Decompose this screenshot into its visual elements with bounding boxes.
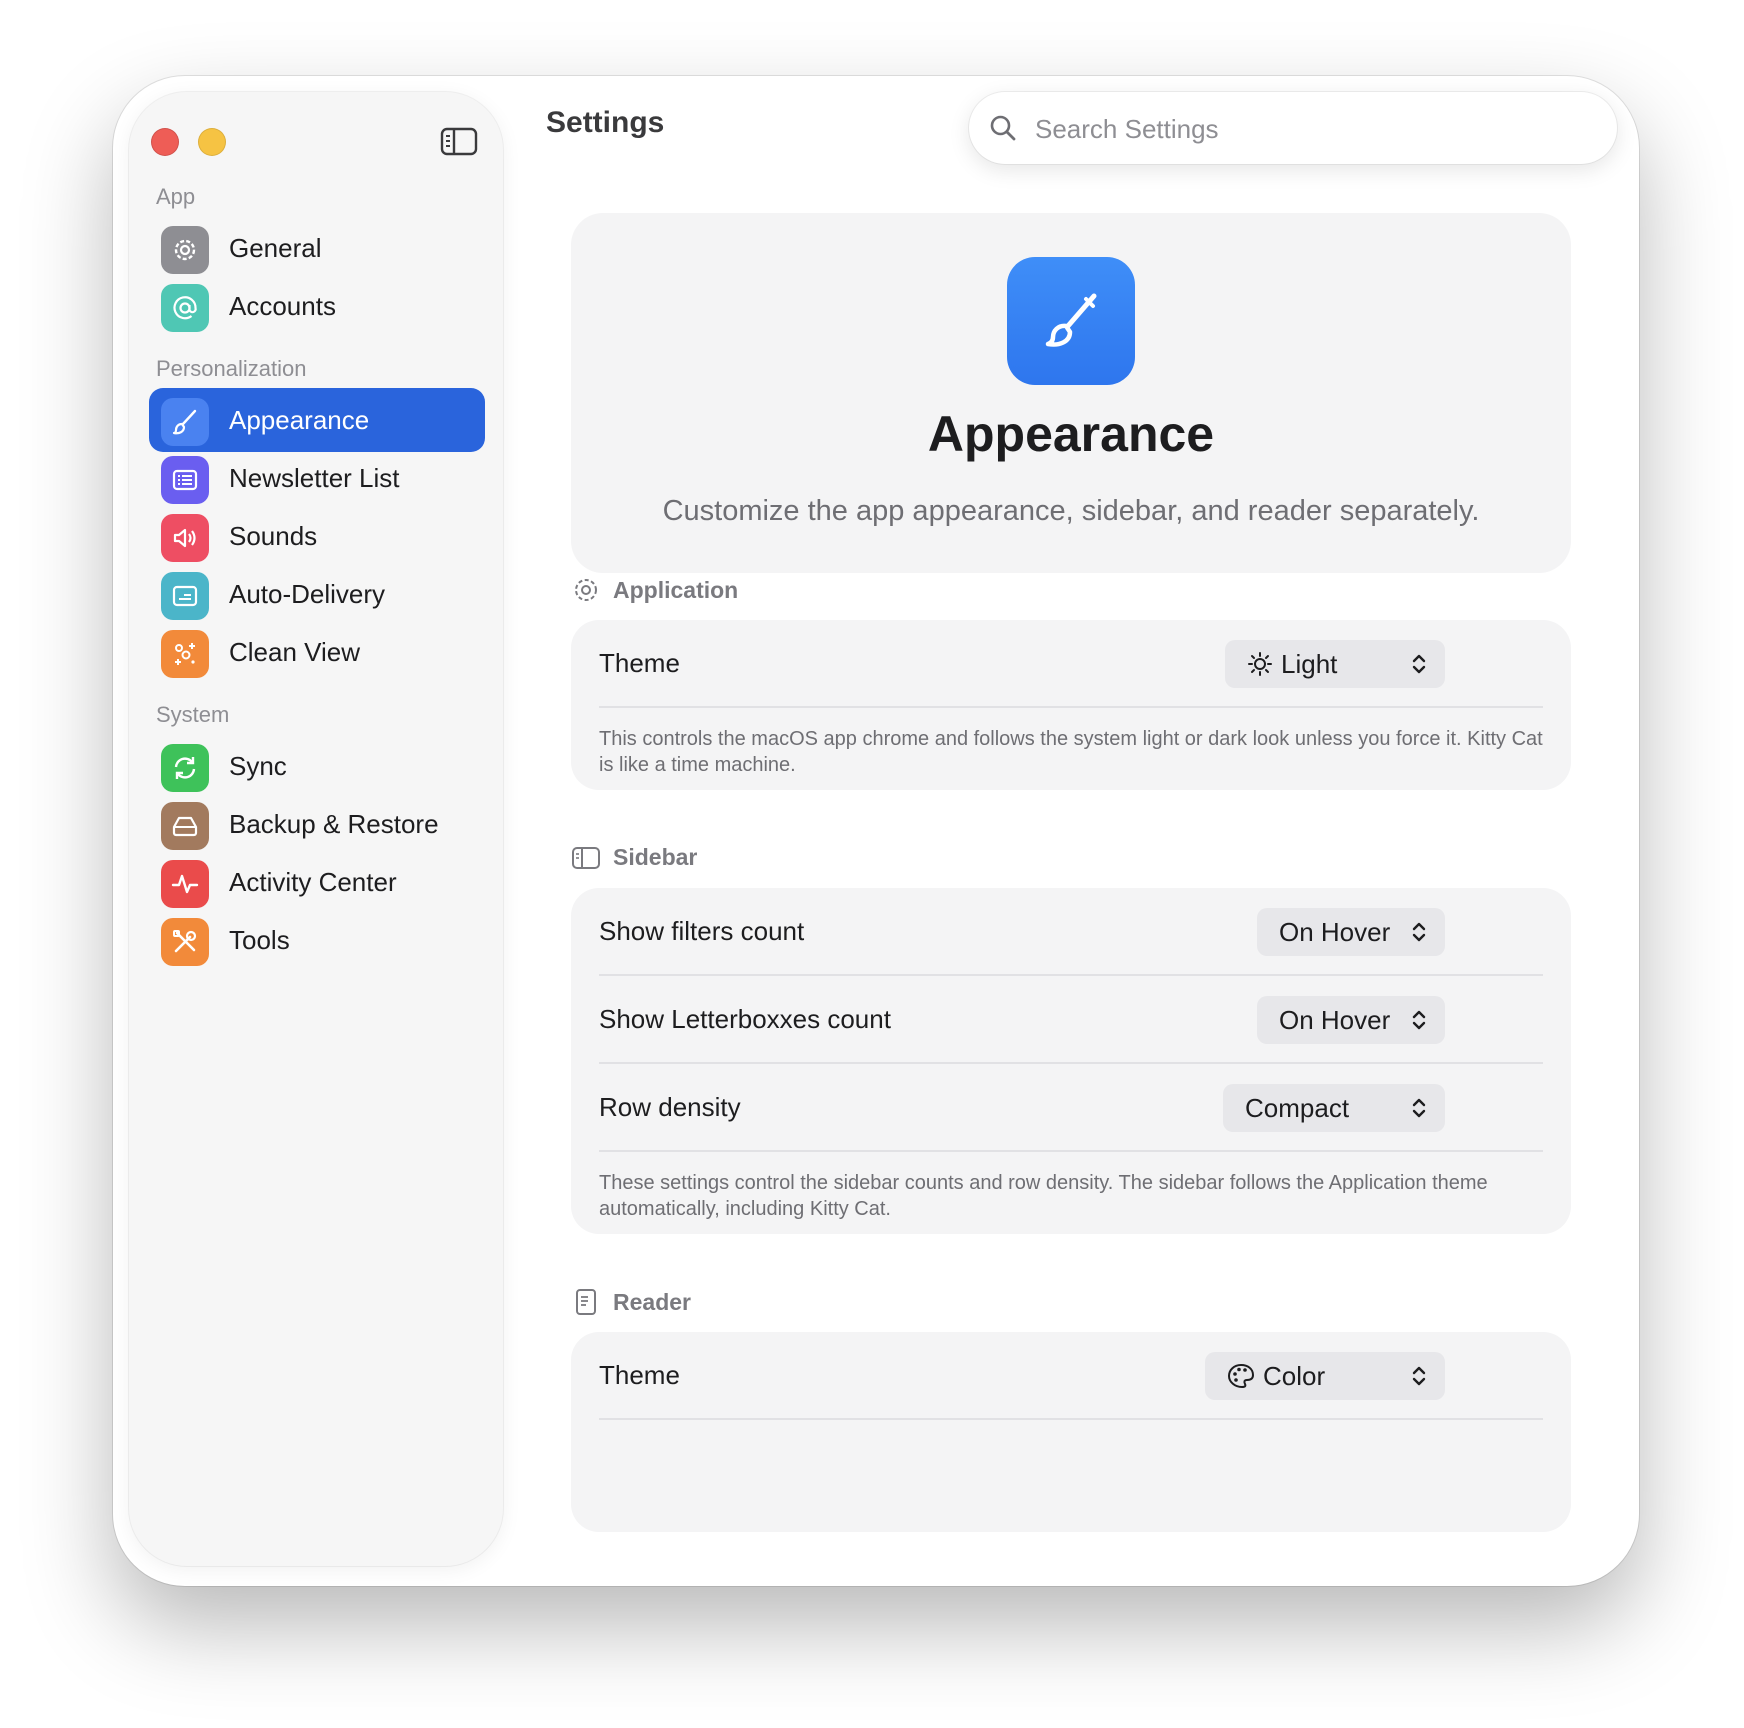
divider	[599, 1418, 1543, 1420]
palette-icon	[1227, 1363, 1255, 1389]
sidebar-item-sync[interactable]: Sync	[149, 734, 485, 798]
divider	[599, 1062, 1543, 1064]
waveform-icon	[161, 860, 209, 908]
sidebar-item-general[interactable]: General	[149, 216, 485, 280]
sidebar-item-label: Sync	[229, 751, 287, 781]
sidebar-item-label: Tools	[229, 925, 290, 955]
section-title: Reader	[613, 1288, 691, 1315]
search-icon	[990, 115, 1016, 141]
section-title: Sidebar	[613, 844, 698, 870]
application-card: Theme Light This controls the macOS app …	[571, 620, 1571, 790]
reader-theme-popup[interactable]: Color	[1205, 1352, 1445, 1400]
popup-value: Color	[1263, 1360, 1326, 1391]
sidebar-item-tools[interactable]: Tools	[149, 908, 485, 972]
reader-theme-label: Theme	[599, 1360, 680, 1390]
sun-icon	[1247, 651, 1273, 677]
sparkles-icon	[161, 630, 209, 678]
application-section-header: Application	[571, 576, 738, 604]
search-bar[interactable]	[969, 92, 1617, 164]
row-density-label: Row density	[599, 1092, 741, 1122]
hero-subtitle: Customize the app appearance, sidebar, a…	[662, 495, 1480, 527]
reader-card: Theme Color	[571, 1332, 1571, 1532]
divider	[599, 974, 1543, 976]
drive-icon	[161, 802, 209, 850]
sidebar-item-label: Backup & Restore	[229, 809, 439, 839]
chevron-updown-icon	[1412, 1010, 1426, 1030]
page-title: Settings	[546, 106, 665, 139]
sidebar-toggle-icon	[440, 127, 478, 156]
popup-value: On Hover	[1279, 1004, 1391, 1035]
chevron-updown-icon	[1412, 654, 1426, 674]
sidebar-item-newsletter-list[interactable]: Newsletter List	[149, 446, 485, 510]
paintbrush-icon	[1007, 257, 1135, 385]
sidebar-item-auto-delivery[interactable]: Auto-Delivery	[149, 562, 485, 626]
app-theme-popup[interactable]: Light	[1225, 640, 1445, 688]
sidebar-item-label: Sounds	[229, 521, 318, 551]
row-density-popup[interactable]: Compact	[1223, 1084, 1445, 1132]
sidebar-item-appearance[interactable]: Appearance	[149, 388, 485, 452]
sidebar-item-activity-center[interactable]: Activity Center	[149, 850, 485, 914]
sidebar-section-app: App	[156, 184, 196, 209]
show-filters-count-popup[interactable]: On Hover	[1257, 908, 1445, 956]
chevron-updown-icon	[1412, 922, 1426, 942]
appearance-hero-card: Appearance Customize the app appearance,…	[571, 213, 1571, 573]
sidebar-item-sounds[interactable]: Sounds	[149, 504, 485, 568]
sidebar-item-label: Clean View	[229, 637, 361, 667]
paintbrush-icon	[161, 398, 209, 446]
settings-window: App General Accounts Personalization App…	[113, 76, 1639, 1586]
sidebar-settings-note: These settings control the sidebar count…	[599, 1172, 1488, 1220]
sidebar-item-label: Newsletter List	[229, 463, 400, 493]
sidebar-item-accounts[interactable]: Accounts	[149, 274, 485, 338]
sidebar-item-label: General	[229, 233, 322, 263]
sidebar-icon	[571, 846, 601, 870]
at-sign-icon	[161, 284, 209, 332]
popup-value: On Hover	[1279, 916, 1391, 947]
popup-value: Compact	[1245, 1092, 1350, 1123]
close-window-button[interactable]	[151, 128, 179, 156]
sidebar-section-system: System	[156, 702, 230, 727]
chevron-updown-icon	[1412, 1098, 1426, 1118]
list-icon	[161, 456, 209, 504]
sidebar-settings-card: Show filters count On Hover Show Letterb…	[571, 888, 1571, 1234]
sidebar-section-header: Sidebar	[571, 844, 697, 871]
theme-label: Theme	[599, 648, 680, 678]
sidebar-item-label: Auto-Delivery	[229, 579, 386, 609]
sidebar: App General Accounts Personalization App…	[129, 92, 503, 1566]
inbox-icon	[161, 572, 209, 620]
divider	[599, 706, 1543, 708]
sidebar-toggle-button[interactable]	[440, 126, 480, 158]
sidebar-section-personalization: Personalization	[156, 356, 307, 381]
sync-icon	[161, 744, 209, 792]
show-letterboxxes-count-popup[interactable]: On Hover	[1257, 996, 1445, 1044]
divider	[599, 1150, 1543, 1152]
sidebar-item-clean-view[interactable]: Clean View	[149, 620, 485, 684]
document-icon	[571, 1288, 601, 1316]
sidebar-item-label: Accounts	[229, 291, 336, 321]
speaker-icon	[161, 514, 209, 562]
section-title: Application	[613, 576, 739, 603]
tools-icon	[161, 918, 209, 966]
popup-value: Light	[1281, 648, 1338, 679]
minimize-window-button[interactable]	[198, 128, 226, 156]
sidebar-item-label: Appearance	[229, 405, 370, 435]
hero-title: Appearance	[927, 406, 1215, 462]
search-input[interactable]	[1033, 106, 1597, 152]
reader-section-header: Reader	[571, 1288, 691, 1316]
show-filters-count-label: Show filters count	[599, 916, 805, 946]
application-note: This controls the macOS app chrome and f…	[599, 728, 1543, 776]
show-letterboxxes-count-label: Show Letterboxxes count	[599, 1004, 891, 1034]
sidebar-item-backup-restore[interactable]: Backup & Restore	[149, 792, 485, 856]
gear-icon	[571, 576, 601, 604]
chevron-updown-icon	[1412, 1366, 1426, 1386]
sidebar-item-label: Activity Center	[229, 867, 397, 897]
gear-icon	[161, 226, 209, 274]
